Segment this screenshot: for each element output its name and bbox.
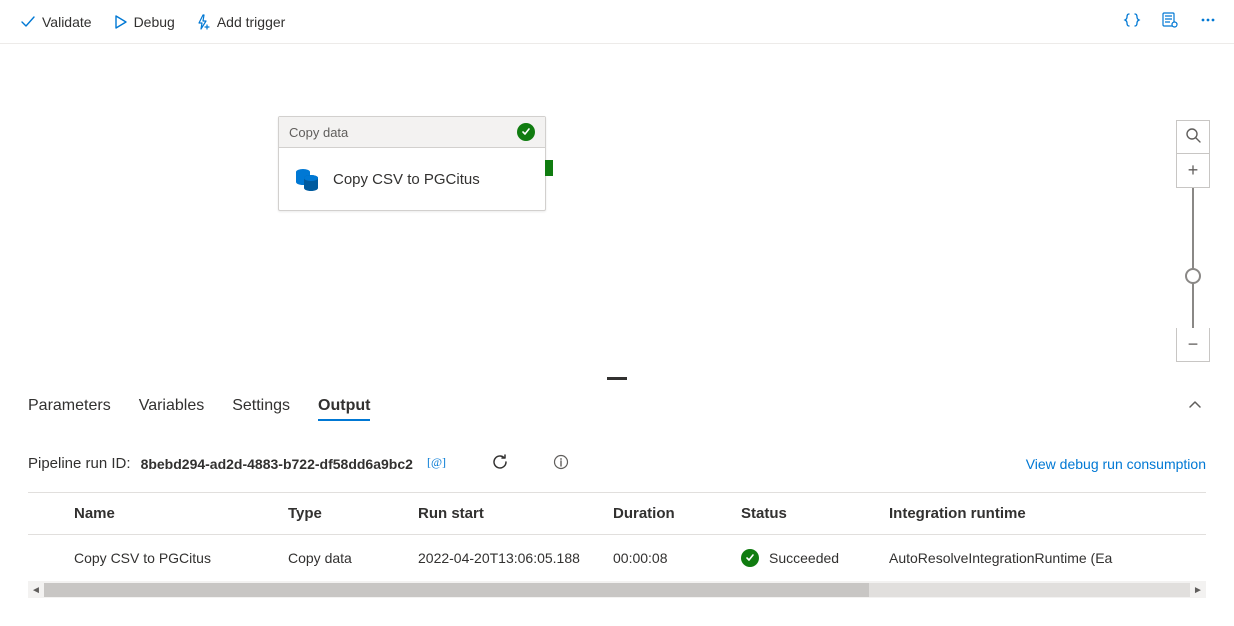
copy-data-activity[interactable]: Copy data Copy CSV to PGCitus	[278, 116, 546, 211]
collapse-panel-button[interactable]	[1184, 394, 1206, 419]
tab-output[interactable]: Output	[318, 391, 370, 421]
copy-data-icon	[293, 164, 321, 194]
scroll-thumb[interactable]	[44, 583, 869, 597]
cell-name: Copy CSV to PGCitus	[28, 535, 278, 582]
output-table: Name Type Run start Duration Status Inte…	[28, 492, 1206, 582]
tab-parameters[interactable]: Parameters	[28, 391, 111, 421]
tab-variables[interactable]: Variables	[139, 391, 205, 421]
activity-type-label: Copy data	[289, 125, 348, 140]
properties-gear-icon	[1161, 11, 1179, 32]
info-icon	[553, 454, 569, 473]
col-header-runstart[interactable]: Run start	[408, 493, 603, 535]
output-table-wrap: Name Type Run start Duration Status Inte…	[28, 492, 1206, 598]
panel-tabs: Parameters Variables Settings Output	[28, 383, 1206, 429]
svg-text:[@]: [@]	[427, 455, 446, 469]
debug-button[interactable]: Debug	[104, 8, 183, 36]
activity-success-connector[interactable]	[545, 160, 553, 176]
col-header-ir[interactable]: Integration runtime	[879, 493, 1206, 535]
zoom-controls: + −	[1176, 120, 1210, 362]
scroll-right-arrow[interactable]: ►	[1190, 582, 1206, 598]
plus-icon: +	[1188, 160, 1199, 181]
cell-duration: 00:00:08	[603, 535, 731, 582]
table-header-row: Name Type Run start Duration Status Inte…	[28, 493, 1206, 535]
toolbar: Validate Debug Add trigger	[0, 0, 1234, 44]
add-trigger-button[interactable]: Add trigger	[187, 8, 293, 36]
checkmark-icon	[20, 14, 36, 30]
minus-icon: −	[1188, 334, 1199, 355]
cell-runstart: 2022-04-20T13:06:05.188	[408, 535, 603, 582]
col-header-type[interactable]: Type	[278, 493, 408, 535]
success-status-icon	[517, 123, 535, 141]
braces-icon	[1123, 11, 1141, 32]
cell-status-text: Succeeded	[769, 550, 839, 566]
fit-to-screen-button[interactable]	[1176, 120, 1210, 154]
activity-header: Copy data	[279, 117, 545, 148]
properties-button[interactable]	[1156, 8, 1184, 36]
scroll-track[interactable]	[44, 583, 1190, 597]
bottom-panel: Parameters Variables Settings Output Pip…	[0, 383, 1234, 598]
view-consumption-link[interactable]: View debug run consumption	[1026, 456, 1206, 472]
add-trigger-label: Add trigger	[217, 14, 285, 30]
run-id-label: Pipeline run ID:	[28, 455, 131, 472]
pipeline-canvas[interactable]: Copy data Copy CSV to PGCitus	[0, 44, 1234, 377]
success-status-icon	[741, 549, 759, 567]
code-view-button[interactable]	[1118, 8, 1146, 36]
magnifier-icon	[1185, 127, 1201, 148]
activity-body: Copy CSV to PGCitus	[279, 148, 545, 210]
run-info-row: Pipeline run ID: 8bebd294-ad2d-4883-b722…	[28, 429, 1206, 492]
play-icon	[112, 14, 128, 30]
toolbar-left: Validate Debug Add trigger	[12, 8, 293, 36]
pipeline-editor-root: Validate Debug Add trigger	[0, 0, 1234, 626]
scroll-left-arrow[interactable]: ◄	[28, 582, 44, 598]
refresh-icon	[491, 453, 509, 474]
refresh-button[interactable]	[487, 449, 513, 478]
chevron-up-icon	[1188, 399, 1202, 415]
bracket-at-icon: [@]	[427, 454, 447, 473]
zoom-slider-thumb[interactable]	[1185, 268, 1201, 284]
lightning-plus-icon	[195, 14, 211, 30]
tab-settings[interactable]: Settings	[232, 391, 290, 421]
info-button[interactable]	[549, 450, 573, 477]
ellipsis-icon	[1199, 11, 1217, 32]
zoom-slider-track[interactable]	[1192, 188, 1194, 328]
cell-status: Succeeded	[731, 535, 879, 582]
col-header-name[interactable]: Name	[28, 493, 278, 535]
input-output-button[interactable]: [@]	[423, 450, 451, 477]
validate-button[interactable]: Validate	[12, 8, 100, 36]
toolbar-right	[1118, 8, 1222, 36]
splitter-handle[interactable]	[607, 377, 627, 380]
zoom-in-button[interactable]: +	[1176, 154, 1210, 188]
validate-label: Validate	[42, 14, 92, 30]
horizontal-scrollbar[interactable]: ◄ ►	[28, 582, 1206, 598]
cell-type: Copy data	[278, 535, 408, 582]
zoom-out-button[interactable]: −	[1176, 328, 1210, 362]
debug-label: Debug	[134, 14, 175, 30]
activity-name-label: Copy CSV to PGCitus	[333, 171, 480, 188]
col-header-status[interactable]: Status	[731, 493, 879, 535]
col-header-duration[interactable]: Duration	[603, 493, 731, 535]
cell-ir: AutoResolveIntegrationRuntime (Ea	[879, 535, 1206, 582]
table-row[interactable]: Copy CSV to PGCitus Copy data 2022-04-20…	[28, 535, 1206, 582]
more-button[interactable]	[1194, 8, 1222, 36]
run-id-value: 8bebd294-ad2d-4883-b722-df58dd6a9bc2	[141, 456, 413, 472]
